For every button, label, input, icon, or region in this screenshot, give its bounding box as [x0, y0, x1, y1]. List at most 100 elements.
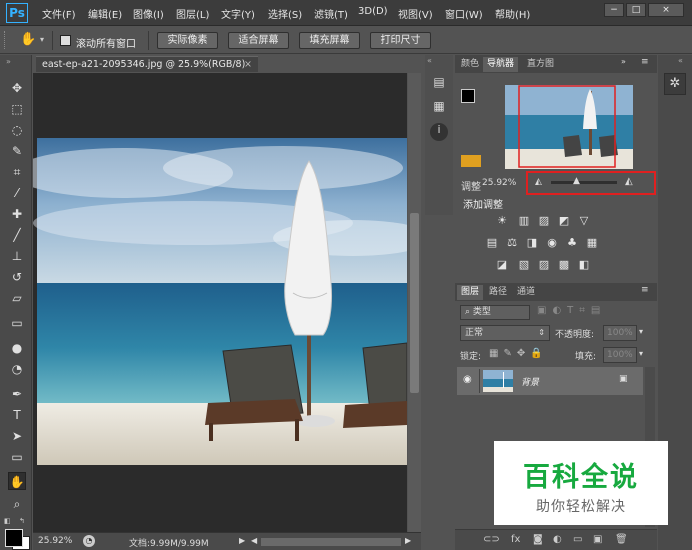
- healing-brush-tool-icon[interactable]: ✚: [8, 205, 26, 223]
- vertical-scrollbar[interactable]: [408, 73, 421, 533]
- layer-filter-select[interactable]: ⌕ 类型: [460, 305, 530, 320]
- info-panel-icon[interactable]: i: [430, 123, 448, 141]
- opacity-dropdown-icon[interactable]: ▾: [639, 327, 643, 336]
- add-mask-icon[interactable]: ◙: [533, 534, 543, 545]
- lock-icons[interactable]: ▦✎✥🔒: [489, 348, 548, 359]
- menu-type[interactable]: 文字(Y): [221, 6, 255, 21]
- fill-input[interactable]: 100%: [603, 347, 637, 363]
- scroll-right-arrow-icon[interactable]: ▶: [405, 536, 411, 545]
- panel-menu-icon[interactable]: ≡: [641, 57, 649, 67]
- actual-pixels-button[interactable]: 实际像素: [157, 32, 218, 49]
- lasso-tool-icon[interactable]: ◌: [8, 121, 26, 139]
- crop-tool-icon[interactable]: ⌗: [8, 163, 26, 181]
- scroll-left-arrow-icon[interactable]: ◀: [251, 536, 257, 545]
- document-tab[interactable]: east-ep-a21-2095346.jpg @ 25.9%(RGB/8) ×: [36, 56, 258, 72]
- status-menu-arrow-icon[interactable]: ▶: [239, 536, 245, 545]
- tab-paths[interactable]: 路径: [485, 285, 511, 300]
- menu-select[interactable]: 选择(S): [268, 6, 302, 21]
- zoom-tool-icon[interactable]: ⌕: [8, 495, 26, 513]
- filter-icons[interactable]: ▣◐T⌗▤: [537, 305, 606, 316]
- expand-dock-icon[interactable]: «: [678, 56, 683, 65]
- threshold-icon[interactable]: ▨: [537, 259, 551, 271]
- menu-file[interactable]: 文件(F): [42, 6, 76, 21]
- menu-view[interactable]: 视图(V): [398, 6, 433, 21]
- levels-icon[interactable]: ▥: [517, 215, 531, 227]
- fill-dropdown-icon[interactable]: ▾: [639, 349, 643, 358]
- expand-dock-icon[interactable]: «: [427, 56, 432, 65]
- color-ramp[interactable]: [461, 155, 481, 167]
- maximize-button[interactable]: □: [626, 3, 646, 17]
- brush-tool-icon[interactable]: ╱: [8, 226, 26, 244]
- default-colors-icon[interactable]: ◧: [4, 517, 11, 525]
- zoom-in-icon[interactable]: ◭: [625, 176, 633, 187]
- shape-tool-icon[interactable]: ▭: [8, 448, 26, 466]
- color-balance-icon[interactable]: ⚖: [505, 237, 519, 249]
- visibility-eye-icon[interactable]: ◉: [463, 374, 472, 385]
- menu-image[interactable]: 图像(I): [133, 6, 164, 21]
- navigator-thumbnail[interactable]: [505, 85, 633, 169]
- pen-tool-icon[interactable]: ✒: [8, 385, 26, 403]
- hand-tool-icon[interactable]: ✋: [8, 472, 26, 490]
- tab-navigator[interactable]: 导航器: [483, 57, 519, 72]
- tab-color[interactable]: 颜色: [457, 57, 483, 72]
- tab-histogram[interactable]: 直方图: [523, 57, 558, 72]
- color-swatch-fg[interactable]: [461, 89, 475, 103]
- new-layer-icon[interactable]: ▣: [593, 534, 602, 545]
- menu-window[interactable]: 窗口(W): [445, 6, 483, 21]
- menu-help[interactable]: 帮助(H): [495, 6, 530, 21]
- blend-mode-select[interactable]: 正常 ⇕: [460, 325, 550, 341]
- hue-saturation-icon[interactable]: ▤: [485, 237, 499, 249]
- delete-layer-icon[interactable]: 🗑: [615, 534, 628, 545]
- layers-panel-menu-icon[interactable]: ≡: [641, 285, 649, 295]
- new-group-icon[interactable]: ▭: [573, 534, 582, 545]
- black-white-icon[interactable]: ◨: [525, 237, 539, 249]
- move-tool-icon[interactable]: ✥: [8, 79, 26, 97]
- print-size-button[interactable]: 打印尺寸: [370, 32, 431, 49]
- canvas-area[interactable]: [33, 73, 407, 533]
- fit-screen-button[interactable]: 适合屏幕: [228, 32, 289, 49]
- menu-edit[interactable]: 编辑(E): [88, 6, 122, 21]
- photo-filter-icon[interactable]: ◉: [545, 237, 559, 249]
- scrollbar-thumb[interactable]: [410, 213, 419, 393]
- close-tab-icon[interactable]: ×: [244, 57, 252, 73]
- brightness-icon[interactable]: ☀: [495, 215, 509, 227]
- horizontal-scrollbar[interactable]: [261, 538, 401, 546]
- collapse-arrows-icon[interactable]: »: [6, 57, 11, 66]
- eraser-tool-icon[interactable]: ▱: [8, 289, 26, 307]
- layer-row[interactable]: ◉ 背景 ▣: [457, 367, 643, 395]
- info-icon[interactable]: ◔: [83, 535, 95, 547]
- type-tool-icon[interactable]: T: [8, 406, 26, 424]
- scroll-all-windows-checkbox[interactable]: [60, 35, 71, 46]
- grip-handle[interactable]: [4, 31, 8, 49]
- zoom-slider-track[interactable]: [551, 181, 617, 184]
- gradient-tool-icon[interactable]: ▭: [8, 314, 26, 332]
- layer-style-icon[interactable]: fx: [511, 534, 520, 545]
- history-panel-icon[interactable]: ▤: [430, 75, 448, 93]
- menu-filter[interactable]: 滤镜(T): [314, 6, 348, 21]
- eyedropper-tool-icon[interactable]: ⁄: [8, 184, 26, 202]
- fill-screen-button[interactable]: 填充屏幕: [299, 32, 360, 49]
- properties-panel-icon[interactable]: ▦: [430, 99, 448, 117]
- menu-layer[interactable]: 图层(L): [176, 6, 209, 21]
- channel-mixer-icon[interactable]: ♣: [565, 237, 579, 249]
- zoom-level[interactable]: 25.92%: [38, 536, 72, 546]
- blur-tool-icon[interactable]: ●: [8, 339, 26, 357]
- exposure-icon[interactable]: ◩: [557, 215, 571, 227]
- navigator-zoom-value[interactable]: 25.92%: [482, 178, 516, 188]
- marquee-tool-icon[interactable]: ⬚: [8, 100, 26, 118]
- selective-color-icon[interactable]: ◧: [577, 259, 591, 271]
- swap-colors-icon[interactable]: ↰: [19, 517, 25, 525]
- quick-selection-tool-icon[interactable]: ✎: [8, 142, 26, 160]
- minimize-button[interactable]: −: [604, 3, 624, 17]
- zoom-out-icon[interactable]: ◭: [535, 177, 542, 187]
- tool-presets-icon[interactable]: ✲: [664, 73, 686, 95]
- dodge-tool-icon[interactable]: ◔: [8, 360, 26, 378]
- opacity-input[interactable]: 100%: [603, 325, 637, 341]
- adjustment-layer-icon[interactable]: ◐: [553, 534, 562, 545]
- tab-channels[interactable]: 通道: [513, 285, 539, 300]
- color-lookup-icon[interactable]: ▦: [585, 237, 599, 249]
- path-selection-tool-icon[interactable]: ➤: [8, 427, 26, 445]
- close-window-button[interactable]: ×: [648, 3, 684, 17]
- curves-icon[interactable]: ▨: [537, 215, 551, 227]
- tab-layers[interactable]: 图层: [457, 285, 484, 300]
